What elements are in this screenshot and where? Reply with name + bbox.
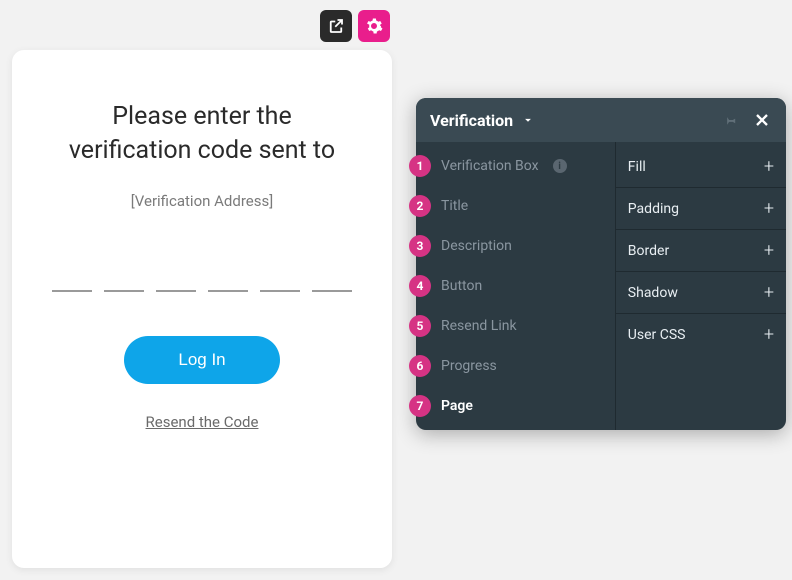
layer-item-resend-link[interactable]: 5 Resend Link	[416, 306, 615, 346]
layer-number-badge: 7	[409, 395, 431, 417]
plus-icon: +	[764, 198, 774, 219]
layer-label: Verification Box	[441, 158, 539, 174]
login-button[interactable]: Log In	[124, 336, 279, 384]
layer-number-badge: 1	[409, 155, 431, 177]
prop-label: Fill	[628, 159, 646, 175]
layer-label: Title	[441, 198, 468, 214]
layer-number-badge: 4	[409, 275, 431, 297]
layer-number-badge: 5	[409, 315, 431, 337]
plus-icon: +	[764, 282, 774, 303]
layer-item-page[interactable]: 7 Page	[416, 386, 615, 426]
verification-card: Please enter the verification code sent …	[12, 50, 392, 568]
code-inputs[interactable]	[52, 290, 352, 292]
plus-icon: +	[764, 156, 774, 177]
layer-number-badge: 2	[409, 195, 431, 217]
prop-shadow[interactable]: Shadow +	[616, 272, 786, 314]
prop-label: User CSS	[628, 327, 686, 343]
layer-item-progress[interactable]: 6 Progress	[416, 346, 615, 386]
chevron-down-icon	[521, 113, 535, 127]
layer-label: Resend Link	[441, 318, 517, 334]
panel-title: Verification	[430, 111, 513, 130]
toolbar	[320, 10, 390, 42]
prop-label: Padding	[628, 201, 679, 217]
code-slot[interactable]	[208, 290, 248, 292]
code-slot[interactable]	[312, 290, 352, 292]
panel-body: 1 Verification Box i 2 Title 3 Descripti…	[416, 142, 786, 430]
resend-link[interactable]: Resend the Code	[146, 413, 259, 431]
prop-fill[interactable]: Fill +	[616, 146, 786, 188]
layer-item-button[interactable]: 4 Button	[416, 266, 615, 306]
prop-border[interactable]: Border +	[616, 230, 786, 272]
pin-icon[interactable]	[722, 112, 738, 128]
plus-icon: +	[764, 240, 774, 261]
layer-number-badge: 3	[409, 235, 431, 257]
plus-icon: +	[764, 324, 774, 345]
layers-list: 1 Verification Box i 2 Title 3 Descripti…	[416, 142, 616, 430]
open-external-button[interactable]	[320, 10, 352, 42]
code-slot[interactable]	[52, 290, 92, 292]
verify-address: [Verification Address]	[52, 192, 352, 210]
properties-list: Fill + Padding + Border + Shadow + User …	[616, 142, 786, 430]
prop-label: Border	[628, 243, 669, 259]
layer-label: Progress	[441, 358, 497, 374]
layer-label: Description	[441, 238, 512, 254]
code-slot[interactable]	[104, 290, 144, 292]
panel-header: Verification	[416, 98, 786, 142]
layer-item-title[interactable]: 2 Title	[416, 186, 615, 226]
gear-icon	[365, 17, 383, 35]
layer-label: Page	[441, 398, 473, 414]
info-icon[interactable]: i	[553, 159, 567, 173]
code-slot[interactable]	[156, 290, 196, 292]
close-icon[interactable]	[752, 110, 772, 130]
settings-panel: Verification 1 Verification Box i 2 Titl…	[416, 98, 786, 430]
prop-label: Shadow	[628, 285, 678, 301]
layer-item-description[interactable]: 3 Description	[416, 226, 615, 266]
panel-title-group[interactable]: Verification	[430, 111, 535, 130]
layer-item-verification-box[interactable]: 1 Verification Box i	[416, 146, 615, 186]
verify-title: Please enter the verification code sent …	[52, 100, 352, 168]
prop-user-css[interactable]: User CSS +	[616, 314, 786, 355]
layer-number-badge: 6	[409, 355, 431, 377]
prop-padding[interactable]: Padding +	[616, 188, 786, 230]
open-external-icon	[327, 17, 345, 35]
layer-label: Button	[441, 278, 482, 294]
settings-button[interactable]	[358, 10, 390, 42]
code-slot[interactable]	[260, 290, 300, 292]
